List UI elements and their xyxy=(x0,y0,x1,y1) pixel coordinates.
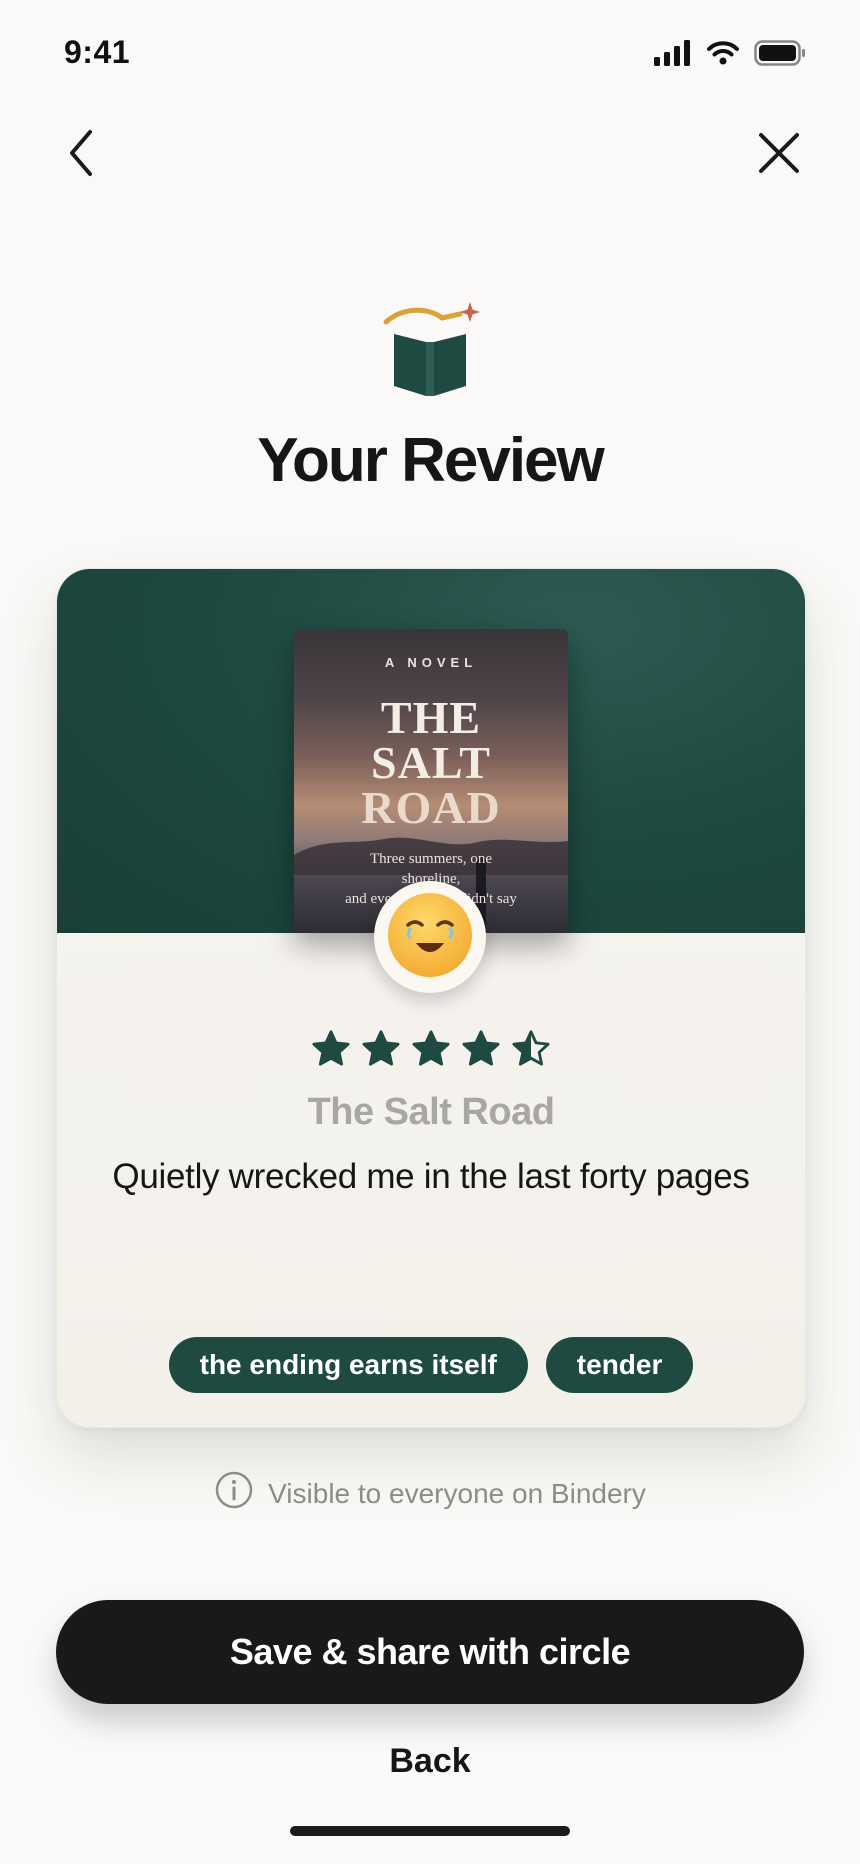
visibility-text: Visible to everyone on Bindery xyxy=(268,1477,646,1509)
back-button[interactable]: Back xyxy=(0,1742,860,1781)
back-nav-button[interactable] xyxy=(46,120,116,190)
star-full-icon[interactable] xyxy=(462,1029,500,1067)
cover-tagline-line: Three summers, one xyxy=(369,851,493,867)
tag-chip[interactable]: tender xyxy=(545,1337,694,1393)
battery-icon xyxy=(754,40,806,71)
cover-title-line: THE xyxy=(380,692,482,743)
close-icon xyxy=(757,131,801,180)
status-icons xyxy=(654,40,806,71)
cover-title-line: ROAD xyxy=(361,782,501,833)
tag-list: the ending earns itself tender xyxy=(57,1337,805,1393)
save-share-button[interactable]: Save & share with circle xyxy=(56,1600,804,1704)
cellular-signal-icon xyxy=(654,40,692,71)
cover-kicker: A NOVEL xyxy=(384,655,478,670)
cover-title-line: SALT xyxy=(371,737,491,788)
mood-badge[interactable] xyxy=(374,881,486,993)
relieved-face-emoji-icon xyxy=(386,891,474,984)
cover-title: THE SALT ROAD xyxy=(294,692,568,833)
status-time: 9:41 xyxy=(64,34,131,70)
chevron-left-icon xyxy=(64,128,98,183)
tag-chip[interactable]: the ending earns itself xyxy=(168,1337,528,1393)
card-header-background: A NOVEL THE SALT ROAD Three summers, one… xyxy=(57,569,805,933)
wifi-icon xyxy=(706,40,740,71)
star-full-icon[interactable] xyxy=(312,1029,350,1067)
book-title: The Salt Road xyxy=(307,1091,555,1133)
review-card: A NOVEL THE SALT ROAD Three summers, one… xyxy=(56,568,806,1428)
status-bar: 9:41 xyxy=(0,0,860,110)
star-half-icon[interactable] xyxy=(512,1029,550,1067)
open-book-sparkle-icon xyxy=(380,300,480,396)
info-icon xyxy=(214,1470,254,1517)
review-text: Quietly wrecked me in the last forty pag… xyxy=(112,1157,750,1196)
visibility-note: Visible to everyone on Bindery xyxy=(0,1470,860,1517)
star-full-icon[interactable] xyxy=(412,1029,450,1067)
home-indicator xyxy=(290,1826,570,1836)
star-full-icon[interactable] xyxy=(362,1029,400,1067)
close-button[interactable] xyxy=(744,120,814,190)
star-rating[interactable] xyxy=(57,1029,805,1067)
page-title: Your Review xyxy=(257,426,605,495)
